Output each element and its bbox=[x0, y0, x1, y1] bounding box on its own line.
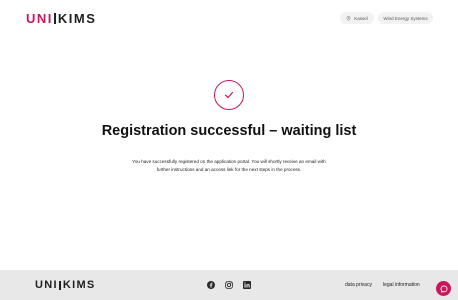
company-chip-label: Wind Energy Systems bbox=[383, 15, 428, 21]
location-chip-label: Kassel bbox=[354, 15, 368, 21]
chat-icon bbox=[440, 285, 447, 293]
company-chip[interactable]: Wind Energy Systems bbox=[378, 12, 433, 24]
linkedin-icon[interactable] bbox=[243, 281, 251, 289]
logo-text-kims: KIMS bbox=[57, 11, 97, 26]
footer-logo[interactable]: UNI KIMS bbox=[35, 279, 96, 291]
location-chip[interactable]: Kassel bbox=[340, 12, 374, 24]
chat-button[interactable] bbox=[436, 281, 451, 296]
footer-logo-text-kims: KIMS bbox=[62, 279, 96, 291]
legal-information-link[interactable]: legal information bbox=[383, 282, 420, 288]
logo-divider bbox=[53, 13, 56, 24]
page-title: Registration successful – waiting list bbox=[101, 123, 357, 139]
footer-logo-text-uni: UNI bbox=[35, 279, 58, 291]
site-footer: UNI KIMS data privacy legal information bbox=[0, 270, 458, 300]
facebook-icon[interactable] bbox=[207, 281, 215, 289]
check-icon bbox=[224, 91, 234, 99]
site-header: UNI KIMS Kassel Wind Energy Systems bbox=[0, 0, 458, 36]
brand-logo[interactable]: UNI KIMS bbox=[26, 11, 96, 26]
logo-text-uni: UNI bbox=[26, 11, 53, 26]
footer-logo-divider bbox=[58, 280, 61, 290]
confirmation-message: You have successfully registered on the … bbox=[132, 159, 326, 172]
success-badge bbox=[214, 80, 244, 110]
data-privacy-link[interactable]: data privacy bbox=[345, 282, 372, 288]
pin-icon bbox=[346, 15, 351, 21]
instagram-icon[interactable] bbox=[225, 281, 233, 289]
